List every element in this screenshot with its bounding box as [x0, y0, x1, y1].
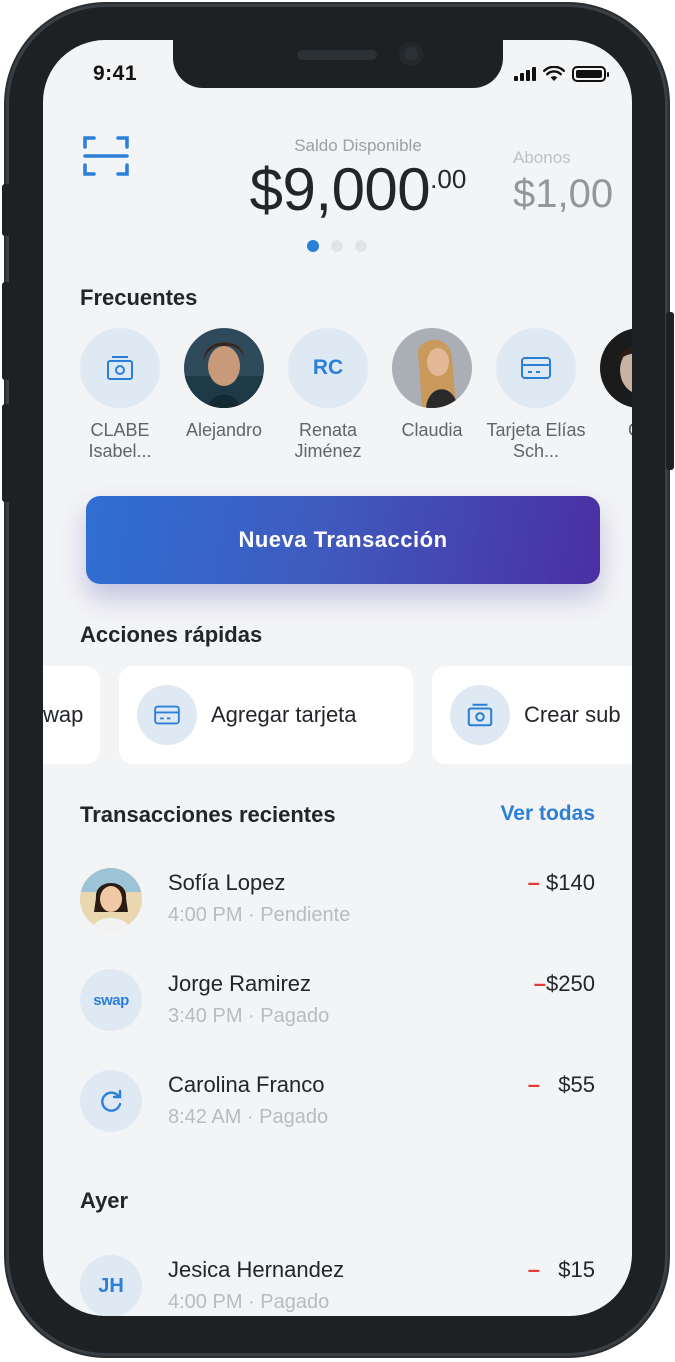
avatar-photo	[80, 868, 142, 930]
transaction-amount: – $140	[528, 870, 595, 896]
swap-logo: swap	[93, 991, 129, 1009]
frequent-name: Renata Jiménez	[294, 420, 362, 461]
page-dot-active[interactable]	[307, 240, 319, 252]
balance-cents: .00	[430, 164, 467, 194]
transaction-meta: 4:00 PM · Pendiente	[168, 904, 351, 926]
abonos-amount: $1,00	[513, 172, 614, 216]
card-icon	[521, 357, 551, 379]
frequent-name: Go	[588, 420, 632, 441]
quick-action-swap[interactable]: wap	[43, 666, 100, 764]
mute-switch	[2, 184, 10, 236]
transaction-row[interactable]: Carolina Franco 8:42 AM · Pagado – $55	[80, 1070, 595, 1132]
refresh-icon	[101, 1089, 122, 1112]
wifi-icon	[543, 66, 565, 81]
abonos-label: Abonos	[513, 148, 571, 167]
avatar-initials-text: JH	[98, 1274, 124, 1297]
bank-icon	[467, 703, 493, 727]
cellular-signal-icon	[514, 67, 536, 81]
amount-sign: –	[533, 971, 547, 996]
app-screen: 9:41 Saldo Disponible $9,000.00 Abonos $…	[43, 40, 632, 1316]
frequent-contact-claudia[interactable]: Claudia	[392, 328, 472, 462]
frequent-avatar	[496, 328, 576, 408]
frequent-avatar	[80, 328, 160, 408]
transaction-name: Sofía Lopez	[168, 870, 286, 895]
power-button	[666, 312, 674, 470]
yesterday-title: Ayer	[80, 1188, 129, 1213]
abonos-card[interactable]: Abonos $1,00	[513, 148, 632, 217]
balance-label: Saldo Disponible	[294, 136, 422, 155]
transaction-row[interactable]: Sofía Lopez 4:00 PM · Pendiente – $140	[80, 868, 595, 930]
scan-icon[interactable]	[83, 136, 129, 176]
transaction-row[interactable]: swap Jorge Ramirez 3:40 PM · Pagado –$25…	[80, 969, 595, 1031]
transaction-amount: – $55	[528, 1072, 595, 1098]
notch	[173, 40, 503, 88]
frequents-list: CLABE Isabel... Alejandro RC Renata Jimé…	[80, 328, 632, 462]
transaction-meta: 8:42 AM · Pagado	[168, 1106, 329, 1128]
frequent-contact-alejandro[interactable]: Alejandro	[184, 328, 264, 462]
avatar-icon	[80, 1070, 142, 1132]
amount-value: $55	[558, 1072, 595, 1097]
frequent-contact-tarjeta[interactable]: Tarjeta Elías Sch...	[486, 328, 586, 462]
quick-action-label: Crear sub	[524, 702, 621, 727]
frequents-title: Frecuentes	[80, 285, 198, 310]
page-dot[interactable]	[355, 240, 367, 252]
frequent-name: Alejandro	[185, 420, 263, 440]
volume-down-button	[2, 404, 10, 502]
transaction-amount: – $15	[528, 1257, 595, 1283]
avatar-photo	[392, 328, 472, 408]
amount-sign: –	[527, 1257, 540, 1282]
quick-action-add-card[interactable]: Agregar tarjeta	[119, 666, 413, 764]
avatar-initials: JH	[80, 1255, 142, 1316]
card-icon	[154, 705, 180, 725]
bank-icon	[107, 356, 133, 380]
transaction-meta: 3:40 PM · Pagado	[168, 1005, 330, 1027]
quick-action-icon	[137, 685, 197, 745]
amount-value: $250	[546, 971, 595, 996]
avatar-photo	[600, 328, 632, 408]
status-icons	[514, 66, 609, 82]
quick-action-label: wap	[43, 702, 84, 727]
volume-up-button	[2, 282, 10, 380]
balance-amount: $9,000.00	[223, 160, 493, 220]
amount-sign: –	[527, 870, 540, 895]
amount-sign: –	[527, 1072, 540, 1097]
quick-action-create-sub[interactable]: Crear sub	[432, 666, 632, 764]
quick-actions-title: Acciones rápidas	[80, 622, 263, 647]
recent-transactions-title: Transacciones recientes	[80, 802, 336, 827]
status-time: 9:41	[93, 62, 138, 85]
quick-action-label: Agregar tarjeta	[211, 702, 357, 727]
see-all-link[interactable]: Ver todas	[500, 802, 595, 826]
transaction-amount: –$250	[534, 971, 595, 997]
balance-card[interactable]: Saldo Disponible $9,000.00	[223, 136, 493, 220]
amount-value: $140	[546, 870, 595, 895]
frequent-name: Tarjeta Elías Sch...	[486, 420, 586, 461]
frequent-name: CLABE Isabel...	[88, 420, 152, 461]
frequent-contact-go[interactable]: Go	[600, 328, 632, 462]
transaction-row[interactable]: JH Jesica Hernandez 4:00 PM · Pagado – $…	[80, 1255, 595, 1316]
page-indicator	[307, 240, 367, 252]
transaction-meta: 4:00 PM · Pagado	[168, 1291, 330, 1313]
transaction-name: Jorge Ramirez	[168, 971, 312, 996]
frequent-name: Claudia	[401, 420, 463, 440]
page-dot[interactable]	[331, 240, 343, 252]
frequent-contact-clabe[interactable]: CLABE Isabel...	[80, 328, 160, 462]
quick-action-icon	[450, 685, 510, 745]
avatar-initials: RC	[288, 328, 368, 408]
new-transaction-button[interactable]: Nueva Transacción	[86, 496, 600, 584]
amount-value: $15	[558, 1257, 595, 1282]
transaction-name: Carolina Franco	[168, 1072, 325, 1097]
balance-amount-main: $9,000	[249, 156, 431, 223]
battery-icon	[572, 66, 609, 82]
transaction-name: Jesica Hernandez	[168, 1257, 345, 1282]
avatar-logo: swap	[80, 969, 142, 1031]
frequent-contact-renata[interactable]: RC Renata Jiménez	[288, 328, 368, 462]
avatar-photo	[184, 328, 264, 408]
